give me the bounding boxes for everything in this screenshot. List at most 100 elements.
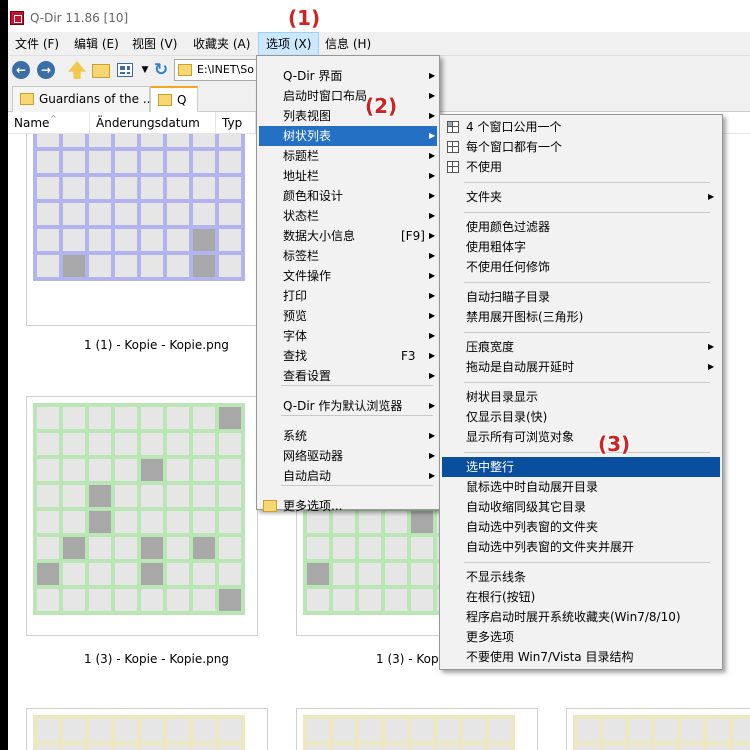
menu-item-default-browser[interactable]: Q-Dir 作为默认浏览器 ▶ <box>259 396 437 416</box>
menu-item-label: 查找 <box>283 349 308 363</box>
thumbnail-cell <box>193 589 215 611</box>
menu-item-tab-bar[interactable]: 标签栏 ▶ <box>259 246 437 266</box>
tree-menu-item-auto-select-list-folder[interactable]: 自动选中列表窗的文件夹 <box>442 517 720 537</box>
menu-item-colors-design[interactable]: 颜色和设计 ▶ <box>259 186 437 206</box>
menu-item-font[interactable]: 字体 ▶ <box>259 326 437 346</box>
menu-item-label: 自动收缩同级其它目录 <box>466 500 587 514</box>
menu-favorites[interactable]: 收藏夹 (A) <box>186 32 257 56</box>
thumbnail-cell <box>167 177 189 199</box>
menu-item-label: 使用粗体字 <box>466 240 527 254</box>
file-thumbnail[interactable] <box>26 708 268 750</box>
thumbnail-cell <box>655 719 677 741</box>
tree-menu-item-drag-expand-delay[interactable]: 拖动是自动展开延时 ▶ <box>442 357 720 377</box>
menu-item-title-bar[interactable]: 标题栏 ▶ <box>259 146 437 166</box>
tree-menu-item-four-windows-one[interactable]: 4 个窗口公用一个 <box>442 117 720 137</box>
new-folder-icon[interactable] <box>92 64 110 78</box>
menu-options[interactable]: 选项 (X) <box>258 32 320 56</box>
menu-item-network-drives[interactable]: 网络驱动器 ▶ <box>259 446 437 466</box>
tree-menu-item-expand-system-favorites[interactable]: 程序启动时展开系统收藏夹(Win7/8/10) <box>442 607 720 627</box>
thumbnail-cell <box>167 459 189 481</box>
menu-item-label: 拖动是自动展开延时 <box>466 360 575 374</box>
file-caption[interactable]: 1 (1) - Kopie - Kopie.png <box>84 338 229 352</box>
tab-guardians[interactable]: Guardians of the ... <box>12 86 154 112</box>
tree-menu-item-full-row-select[interactable]: 选中整行 <box>442 457 720 477</box>
menu-item-status-bar[interactable]: 状态栏 ▶ <box>259 206 437 226</box>
thumbnail-cell <box>63 459 85 481</box>
menu-item-search[interactable]: 查找 F3 ▶ <box>259 346 437 366</box>
menu-view[interactable]: 视图 (V) <box>125 32 184 56</box>
file-caption[interactable]: 1 (3) - Kopie - Kopie.png <box>84 652 229 666</box>
menu-item-qdir-ui[interactable]: Q-Dir 界面 ▶ <box>259 66 437 86</box>
thumbnail-cell <box>89 407 111 429</box>
menu-item-label: 程序启动时展开系统收藏夹(Win7/8/10) <box>466 610 681 624</box>
refresh-icon[interactable]: ↻ <box>152 61 170 79</box>
thumbnail-cell <box>463 745 485 750</box>
thumbnail-cell <box>193 177 215 199</box>
tree-menu-item-all-browsable[interactable]: 显示所有可浏览对象 <box>442 427 720 447</box>
column-date[interactable]: Änderungsdatum <box>90 112 216 134</box>
view-mode-icon[interactable] <box>117 63 133 77</box>
tree-menu-item-one-per-window[interactable]: 每个窗口都有一个 <box>442 137 720 157</box>
menu-item-list-view[interactable]: 列表视图 ▶ <box>259 106 437 126</box>
thumbnail-cell <box>707 745 729 750</box>
up-folder-icon[interactable] <box>68 61 86 79</box>
file-thumbnail[interactable] <box>566 708 750 750</box>
tree-menu-item-no-decoration[interactable]: 不使用任何修饰 <box>442 257 720 277</box>
tree-menu-item-auto-expand-on-select[interactable]: 鼠标选中时自动展开目录 <box>442 477 720 497</box>
thumbnail-cell <box>115 134 137 147</box>
menu-item-more-options[interactable]: 更多选项... <box>259 496 437 516</box>
thumbnail-cell <box>167 563 189 585</box>
tree-menu-item-color-filter[interactable]: 使用颜色过滤器 <box>442 217 720 237</box>
thumbnail-cell <box>411 719 433 741</box>
tree-menu-item-disable-expand-icons[interactable]: 禁用展开图标(三角形) <box>442 307 720 327</box>
menu-item-print[interactable]: 打印 ▶ <box>259 286 437 306</box>
app-icon[interactable] <box>10 11 24 25</box>
thumbnail-cell <box>63 537 85 559</box>
tree-menu-item-auto-select-and-expand[interactable]: 自动选中列表窗的文件夹并展开 <box>442 537 720 557</box>
tree-menu-item-dirs-only[interactable]: 仅显示目录(快) <box>442 407 720 427</box>
tree-menu-item-auto-collapse-siblings[interactable]: 自动收缩同级其它目录 <box>442 497 720 517</box>
menu-item-tree-list[interactable]: 树状列表 ▶ <box>259 126 437 146</box>
menu-item-preview[interactable]: 预览 ▶ <box>259 306 437 326</box>
back-icon[interactable]: ← <box>12 61 30 79</box>
tree-menu-item-indent-width[interactable]: 压痕宽度 ▶ <box>442 337 720 357</box>
address-bar[interactable]: E:\INET\So <box>174 59 264 81</box>
thumbnail-cell <box>89 719 111 741</box>
tree-menu-item-auto-scan-subdirs[interactable]: 自动扫瞄子目录 <box>442 287 720 307</box>
thumbnail-cell <box>63 229 85 251</box>
file-thumbnail[interactable] <box>26 134 258 326</box>
thumbnail-cell <box>437 745 459 750</box>
menu-item-file-operations[interactable]: 文件操作 ▶ <box>259 266 437 286</box>
menu-item-autostart[interactable]: 自动启动 ▶ <box>259 466 437 486</box>
tree-menu-item-no-win7-vista-structure[interactable]: 不要使用 Win7/Vista 目录结构 <box>442 647 720 667</box>
thumbnail-cell <box>219 537 241 559</box>
thumbnail-cell <box>115 719 137 741</box>
tree-menu-item-root-buttons[interactable]: 在根行(按钮) <box>442 587 720 607</box>
tree-menu-item-more-options[interactable]: 更多选项 <box>442 627 720 647</box>
thumbnail-cell <box>63 719 85 741</box>
thumbnail-cell <box>219 589 241 611</box>
column-type[interactable]: Typ <box>216 112 256 134</box>
annotation-3: (3) <box>598 432 631 456</box>
menu-edit[interactable]: 编辑 (E) <box>67 32 126 56</box>
tree-menu-item-not-used[interactable]: 不使用 <box>442 157 720 177</box>
column-name[interactable]: ^ Name <box>8 112 90 134</box>
tree-menu-item-bold-font[interactable]: 使用粗体字 <box>442 237 720 257</box>
menu-file[interactable]: 文件 (F) <box>8 32 66 56</box>
menu-item-address-bar[interactable]: 地址栏 ▶ <box>259 166 437 186</box>
thumbnail-cell <box>167 589 189 611</box>
thumbnail-cell <box>167 151 189 173</box>
tree-menu-item-no-lines[interactable]: 不显示线条 <box>442 567 720 587</box>
thumbnail-cell <box>37 485 59 507</box>
file-thumbnail[interactable] <box>296 708 538 750</box>
menu-item-data-size-info[interactable]: 数据大小信息 [F9] ▶ <box>259 226 437 246</box>
forward-icon[interactable]: → <box>37 61 55 79</box>
menu-item-view-settings[interactable]: 查看设置 ▶ <box>259 366 437 386</box>
menu-info[interactable]: 信息 (H) <box>318 32 378 56</box>
file-thumbnail[interactable] <box>26 396 258 636</box>
menu-item-startup-layout[interactable]: 启动时窗口布局 ▶ <box>259 86 437 106</box>
tree-menu-item-tree-view-display[interactable]: 树状目录显示 <box>442 387 720 407</box>
tree-menu-item-folder[interactable]: 文件夹 ▶ <box>442 187 720 207</box>
menu-item-system[interactable]: 系统 ▶ <box>259 426 437 446</box>
tab-q[interactable]: Q <box>150 86 198 112</box>
